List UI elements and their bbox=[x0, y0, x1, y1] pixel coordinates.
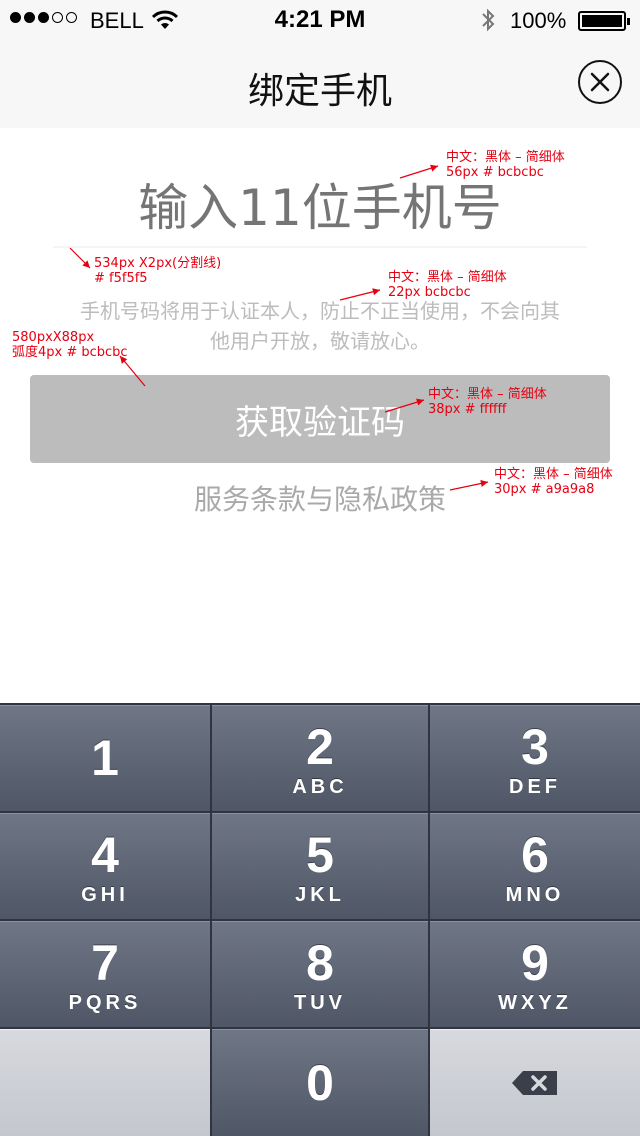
annotation-notice: 中文：黑体 – 简细体 22px bcbcbc bbox=[388, 270, 507, 300]
bluetooth-icon bbox=[480, 8, 496, 36]
page-title: 绑定手机 bbox=[247, 71, 392, 112]
key-digit: 6 bbox=[521, 826, 549, 883]
backspace-icon bbox=[512, 1071, 557, 1095]
notice-line: 手机号码将用于认证本人，防止不正当使用，不会向其 bbox=[80, 299, 560, 323]
close-button[interactable] bbox=[578, 60, 622, 104]
key-5[interactable]: 5 JKL bbox=[212, 813, 428, 919]
divider bbox=[53, 246, 587, 248]
key-digit: 0 bbox=[306, 1055, 334, 1111]
key-letters: TUV bbox=[294, 991, 346, 1014]
battery-percent: 100% bbox=[510, 8, 567, 33]
key-letters: DEF bbox=[509, 775, 561, 798]
key-digit: 7 bbox=[91, 934, 119, 991]
key-blank bbox=[0, 1029, 210, 1136]
annotation-input: 中文：黑体 – 简细体 56px # bcbcbc bbox=[446, 150, 565, 180]
annotation-text: 中文：黑体 – 简细体 bbox=[388, 270, 507, 285]
annotation-text: 弧度4px # bcbcbc bbox=[12, 345, 128, 360]
key-letters: PQRS bbox=[68, 991, 142, 1014]
key-digit: 5 bbox=[306, 826, 334, 883]
annotation-divider: 534px X2px(分割线) # f5f5f5 bbox=[94, 256, 221, 286]
key-8[interactable]: 8 TUV bbox=[212, 921, 428, 1027]
battery-icon bbox=[578, 11, 630, 31]
numeric-keypad: 1 2 ABC 3 DEF 4 GHI 5 JKL 6 MNO 7 PQRS 8… bbox=[0, 703, 640, 1136]
key-digit: 3 bbox=[521, 718, 549, 775]
key-digit: 2 bbox=[306, 718, 334, 775]
annotation-text: 56px # bcbcbc bbox=[446, 165, 544, 180]
key-letters: ABC bbox=[292, 775, 348, 798]
key-3[interactable]: 3 DEF bbox=[430, 705, 640, 811]
annotation-text: 中文：黑体 – 简细体 bbox=[446, 150, 565, 165]
annotation-button: 580pxX88px 弧度4px # bcbcbc bbox=[12, 330, 128, 360]
backspace-key[interactable] bbox=[430, 1029, 640, 1136]
key-9[interactable]: 9 WXYZ bbox=[430, 921, 640, 1027]
navigation-bar: 绑定手机 bbox=[0, 40, 640, 128]
close-icon bbox=[590, 72, 610, 92]
annotation-text: 30px # a9a9a8 bbox=[494, 482, 595, 497]
annotation-text: 中文：黑体 – 简细体 bbox=[428, 387, 547, 402]
key-4[interactable]: 4 GHI bbox=[0, 813, 210, 919]
key-digit: 9 bbox=[521, 934, 549, 991]
key-letters: JKL bbox=[295, 883, 345, 906]
key-6[interactable]: 6 MNO bbox=[430, 813, 640, 919]
key-1[interactable]: 1 bbox=[0, 705, 210, 811]
key-letters: GHI bbox=[81, 883, 129, 906]
key-digit: 8 bbox=[306, 934, 334, 991]
annotation-text: 22px bcbcbc bbox=[388, 285, 471, 300]
key-digit: 1 bbox=[91, 729, 119, 786]
status-bar: BELL 4:21 PM 100% bbox=[0, 0, 640, 40]
annotation-terms: 中文：黑体 – 简细体 30px # a9a9a8 bbox=[494, 467, 613, 497]
notice-line: 他用户开放，敬请放心。 bbox=[210, 329, 430, 353]
annotation-text: 534px X2px(分割线) bbox=[94, 256, 222, 271]
annotation-button-text: 中文：黑体 – 简细体 38px # ffffff bbox=[428, 387, 547, 417]
key-letters: MNO bbox=[505, 883, 565, 906]
phone-number-input[interactable] bbox=[53, 170, 587, 246]
key-2[interactable]: 2 ABC bbox=[212, 705, 428, 811]
privacy-notice: 手机号码将用于认证本人，防止不正当使用，不会向其 他用户开放，敬请放心。 bbox=[50, 296, 590, 356]
key-0[interactable]: 0 bbox=[212, 1029, 428, 1136]
annotation-text: 580pxX88px bbox=[12, 330, 95, 345]
annotation-text: 中文：黑体 – 简细体 bbox=[494, 467, 613, 482]
key-digit: 4 bbox=[91, 826, 119, 883]
key-letters: WXYZ bbox=[498, 991, 572, 1014]
annotation-text: # f5f5f5 bbox=[94, 271, 148, 286]
annotation-text: 38px # ffffff bbox=[428, 402, 507, 417]
key-7[interactable]: 7 PQRS bbox=[0, 921, 210, 1027]
